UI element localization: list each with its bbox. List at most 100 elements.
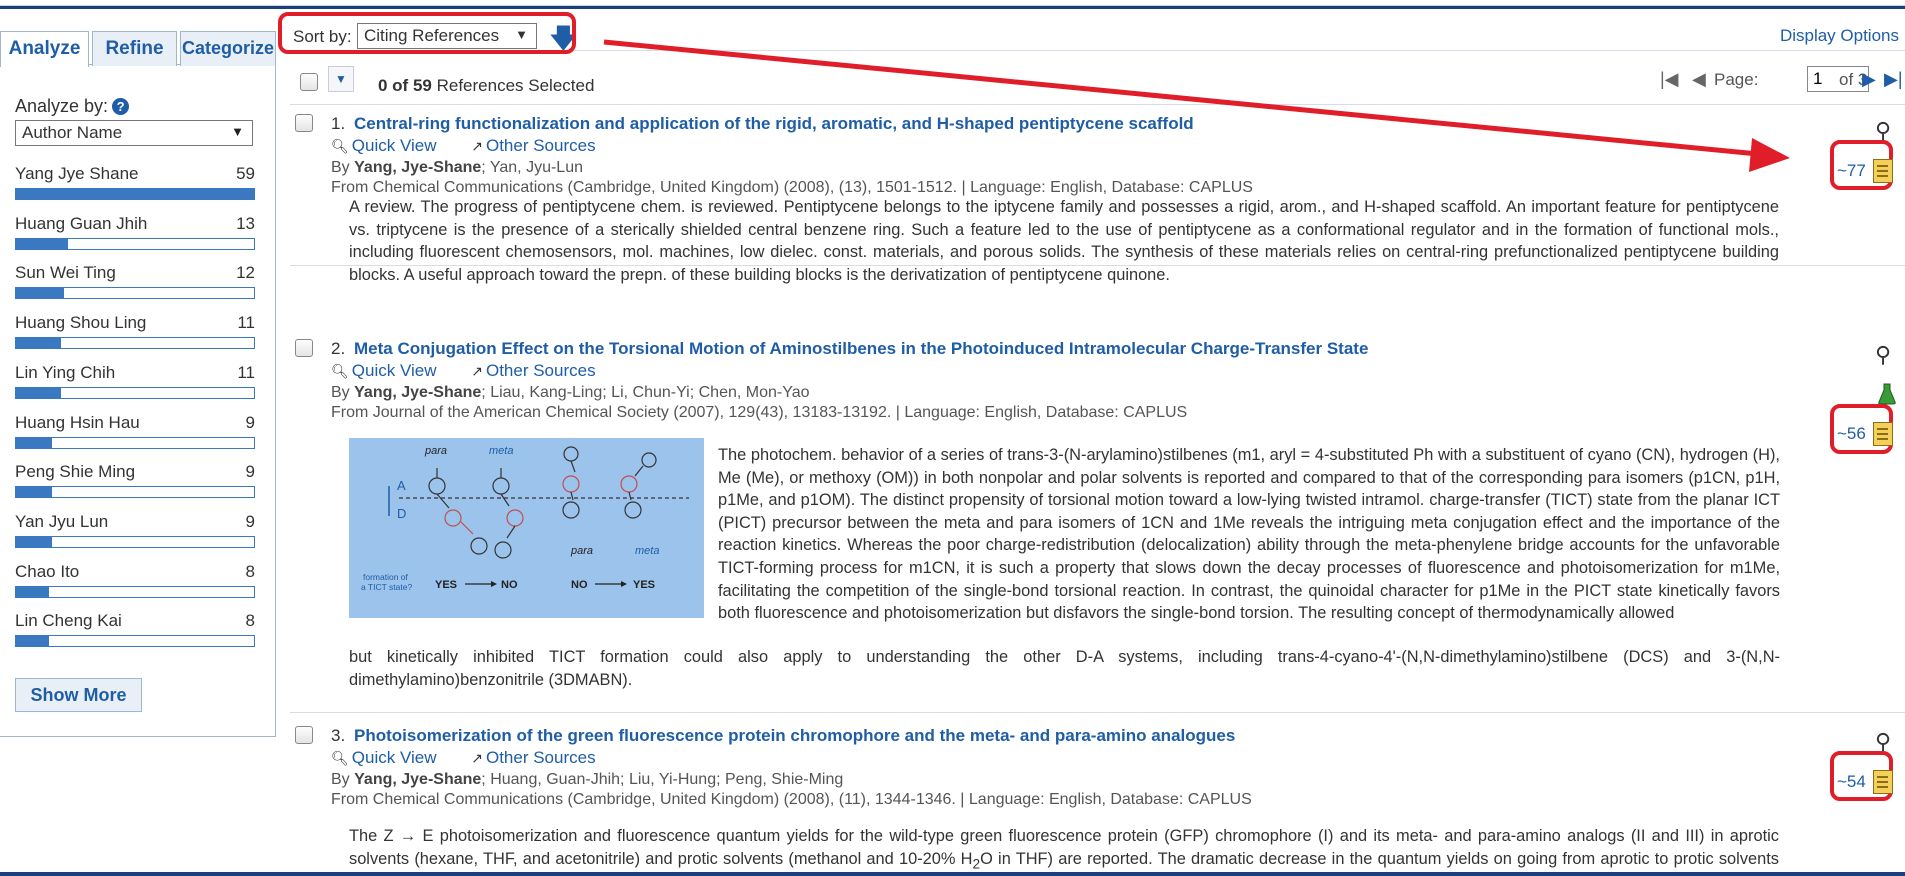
author-count-bar-fill <box>16 536 52 547</box>
record-title-link[interactable]: Central-ring functionalization and appli… <box>354 114 1194 134</box>
tab-refine[interactable]: Refine <box>92 31 177 66</box>
author-count-bar <box>15 635 255 648</box>
author-count-bar <box>15 188 255 200</box>
quick-view-label: Quick View <box>351 361 437 380</box>
record-checkbox[interactable] <box>295 726 313 744</box>
graphic-no-1: NO <box>501 579 518 591</box>
primary-author: Yang, Jye-Shane <box>354 771 482 788</box>
author-facet-item[interactable]: Huang Shou Ling 11 <box>15 313 255 350</box>
author-facet-item[interactable]: Huang Guan Jhih 13 <box>15 214 255 250</box>
author-facet-item[interactable]: Chao Ito 8 <box>15 562 255 598</box>
co-authors: ; Liau, Kang-Ling; Li, Chun-Yi; Chen, Mo… <box>481 384 810 401</box>
record-source: From Chemical Communications (Cambridge,… <box>331 791 1252 808</box>
author-name: Sun Wei Ting <box>15 263 116 283</box>
molecule-icon[interactable]: ⚲ <box>1875 342 1891 368</box>
quick-view-label: Quick View <box>351 748 437 767</box>
record-checkbox[interactable] <box>295 339 313 357</box>
author-count-bar <box>15 287 255 300</box>
tab-categorize[interactable]: Categorize <box>180 31 276 66</box>
citing-references-icon[interactable] <box>1873 422 1893 446</box>
author-count-bar <box>15 237 255 250</box>
author-count: 13 <box>236 213 255 233</box>
author-name: Yan Jyu Lun <box>15 511 109 531</box>
author-count: 8 <box>245 561 255 581</box>
record-checkbox[interactable] <box>295 114 313 132</box>
quick-view-link[interactable]: 🔍︎ Quick View <box>331 136 437 155</box>
selection-count-value: 0 of 59 <box>378 76 432 95</box>
author-count: 59 <box>236 164 255 183</box>
magnifier-icon: 🔍︎ <box>331 138 349 154</box>
external-link-icon: ↗ <box>471 750 483 766</box>
graphic-label-d: D <box>397 506 406 521</box>
author-count: 12 <box>236 263 255 283</box>
record-authors: By Yang, Jye-Shane; Liau, Kang-Ling; Li,… <box>331 384 809 402</box>
quick-view-label: Quick View <box>351 136 437 155</box>
author-name: Chao Ito <box>15 561 80 581</box>
author-facet-item[interactable]: Sun Wei Ting 12 <box>15 263 255 300</box>
select-all-checkbox[interactable] <box>300 73 318 91</box>
result-record-2: 2. Meta Conjugation Effect on the Torsio… <box>290 339 1905 713</box>
tab-analyze[interactable]: Analyze <box>0 31 89 67</box>
other-sources-link[interactable]: ↗ Other Sources <box>471 136 595 155</box>
citing-references-count-1[interactable]: ~77 <box>1837 161 1866 181</box>
other-sources-label: Other Sources <box>485 136 596 155</box>
graphic-label-para-2: para <box>570 545 593 557</box>
citing-references-count-3[interactable]: ~54 <box>1837 772 1866 792</box>
record-abstract: The photochem. behavior of a series of t… <box>718 446 1780 623</box>
magnifier-icon: 🔍︎ <box>331 750 349 766</box>
record-links: 🔍︎ Quick View ↗ Other Sources <box>331 748 596 768</box>
author-facet-item[interactable]: Yang Jye Shane 59 <box>15 164 255 200</box>
primary-author: Yang, Jye-Shane <box>354 159 482 176</box>
other-sources-link[interactable]: ↗ Other Sources <box>471 361 595 380</box>
author-count-bar <box>15 535 255 548</box>
show-more-button[interactable]: Show More <box>15 678 142 712</box>
analyze-by-value: Author Name <box>22 123 123 142</box>
select-menu-button[interactable]: ▼ <box>328 66 354 92</box>
author-name: Peng Shie Ming <box>15 462 136 482</box>
author-facet-item[interactable]: Yan Jyu Lun 9 <box>15 512 255 548</box>
record-title-link[interactable]: Meta Conjugation Effect on the Torsional… <box>354 339 1368 359</box>
flask-icon[interactable] <box>1878 383 1896 405</box>
author-count-bar <box>15 436 255 449</box>
author-facet-item[interactable]: Huang Hsin Hau 9 <box>15 413 255 449</box>
last-page-icon[interactable]: ▶| <box>1884 69 1903 90</box>
external-link-icon: ↗ <box>471 138 483 154</box>
left-panel: Analyze Refine Categorize Analyze by:? A… <box>0 9 278 737</box>
author-count-bar <box>15 337 255 350</box>
first-page-icon[interactable]: |◀ <box>1660 69 1679 90</box>
result-record-1: 1. Central-ring functionalization and ap… <box>290 114 1905 284</box>
record-number: 3. <box>331 726 346 745</box>
by-prefix: By <box>331 159 355 176</box>
co-authors: ; Huang, Guan-Jhih; Liu, Yi-Hung; Peng, … <box>481 771 844 788</box>
record-number: 1. <box>331 114 346 133</box>
author-count: 9 <box>245 511 255 531</box>
quick-view-link[interactable]: 🔍︎ Quick View <box>331 748 437 767</box>
display-options-link[interactable]: Display Options <box>1780 26 1899 46</box>
author-name: Huang Shou Ling <box>15 313 147 333</box>
quick-view-link[interactable]: 🔍︎ Quick View <box>331 361 437 380</box>
author-facet-item[interactable]: Peng Shie Ming 9 <box>15 462 255 499</box>
record-title-link[interactable]: Photoisomerization of the green fluoresc… <box>354 726 1235 746</box>
author-count: 11 <box>237 362 255 382</box>
citing-references-icon[interactable] <box>1873 159 1893 183</box>
analyze-by-select[interactable]: Author Name ▼ <box>15 120 253 146</box>
author-name: Huang Hsin Hau <box>15 412 140 432</box>
citing-references-icon[interactable] <box>1873 770 1893 794</box>
author-count-bar <box>15 486 255 499</box>
citing-references-count-2[interactable]: ~56 <box>1837 424 1866 444</box>
record-source: From Journal of the American Chemical So… <box>331 404 1188 421</box>
graphic-label-para: para <box>424 445 447 457</box>
record-source: From Chemical Communications (Cambridge,… <box>331 179 1253 196</box>
record-authors: By Yang, Jye-Shane; Huang, Guan-Jhih; Li… <box>331 771 843 789</box>
author-facet-item[interactable]: Lin Cheng Kai 8 <box>15 611 255 648</box>
next-page-icon[interactable]: ▶ <box>1862 69 1876 90</box>
author-name: Lin Ying Chih <box>15 362 116 382</box>
help-icon[interactable]: ? <box>112 98 130 115</box>
author-count-bar-fill <box>16 189 254 199</box>
other-sources-link[interactable]: ↗ Other Sources <box>471 748 595 767</box>
author-count-bar-fill <box>16 437 52 448</box>
author-facet-item[interactable]: Lin Ying Chih 11 <box>15 363 255 399</box>
record-links: 🔍︎ Quick View ↗ Other Sources <box>331 361 596 381</box>
graphical-abstract-image[interactable]: para meta A D para meta formation of a T… <box>349 438 704 618</box>
prev-page-icon[interactable]: ◀ <box>1692 69 1706 90</box>
